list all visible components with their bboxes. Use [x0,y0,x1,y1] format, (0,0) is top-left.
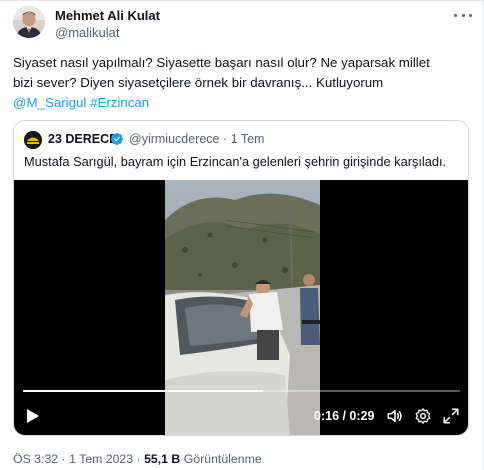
views-label: Görüntülenme [183,452,262,466]
play-icon[interactable] [26,408,40,424]
tweet-links-line: @M_Sarigul #Erzincan [13,93,468,113]
quoted-tweet-card[interactable]: 23 DERECE @yirmiucderece · 1 Tem Mustafa… [13,120,469,436]
fullscreen-icon[interactable] [442,407,460,425]
views-count: 55,1 B [144,452,181,466]
settings-gear-icon[interactable] [414,407,432,425]
video-player[interactable]: 0:16 / 0:29 [14,180,468,435]
top-border [0,0,484,1]
quote-handle-line: @yirmiucderece · 1 Tem [129,132,264,146]
tweet-time[interactable]: ÖS 3:32 [13,452,58,466]
video-still-image [165,180,320,435]
hashtag-link[interactable]: #Erzincan [90,95,149,110]
verified-badge-icon [111,133,123,145]
meta-separator-1: · [61,452,66,466]
author-avatar[interactable] [13,6,45,38]
tweet-meta: ÖS 3:32 · 1 Tem 2023 · 55,1 B Görüntülen… [13,452,262,466]
tweet-text: Siyaset nasıl yapılmalı? Siyasette başar… [13,53,468,113]
author-handle[interactable]: @malikulat [55,25,120,40]
video-time-display: 0:16 / 0:29 [314,409,375,423]
mention-link[interactable]: @M_Sarigul [13,95,86,110]
tweet-text-line-2: bizi sever? Diyen siyasetçilere örnek bi… [13,75,384,90]
tweet-text-line-1: Siyaset nasıl yapılmalı? Siyasette başar… [13,55,430,70]
author-avatar-image [13,6,45,38]
quote-separator: · [222,132,228,146]
quote-author-avatar[interactable] [24,131,42,149]
quote-author-handle[interactable]: @yirmiucderece [129,132,220,146]
volume-icon[interactable] [386,407,404,425]
author-name[interactable]: Mehmet Ali Kulat [55,8,160,23]
tweet-date[interactable]: 1 Tem 2023 [69,452,133,466]
quote-age[interactable]: 1 Tem [231,132,265,146]
video-frame [165,180,320,435]
more-horizontal-icon[interactable] [454,8,472,22]
video-progress-fill [23,390,264,392]
video-progress-bar[interactable] [23,390,460,392]
quote-avatar-logo [24,131,42,149]
meta-separator-2: · [136,452,141,466]
quote-text: Mustafa Sarıgül, bayram için Erzincan'a … [24,154,447,169]
quote-author-name[interactable]: 23 DERECE [48,132,117,146]
